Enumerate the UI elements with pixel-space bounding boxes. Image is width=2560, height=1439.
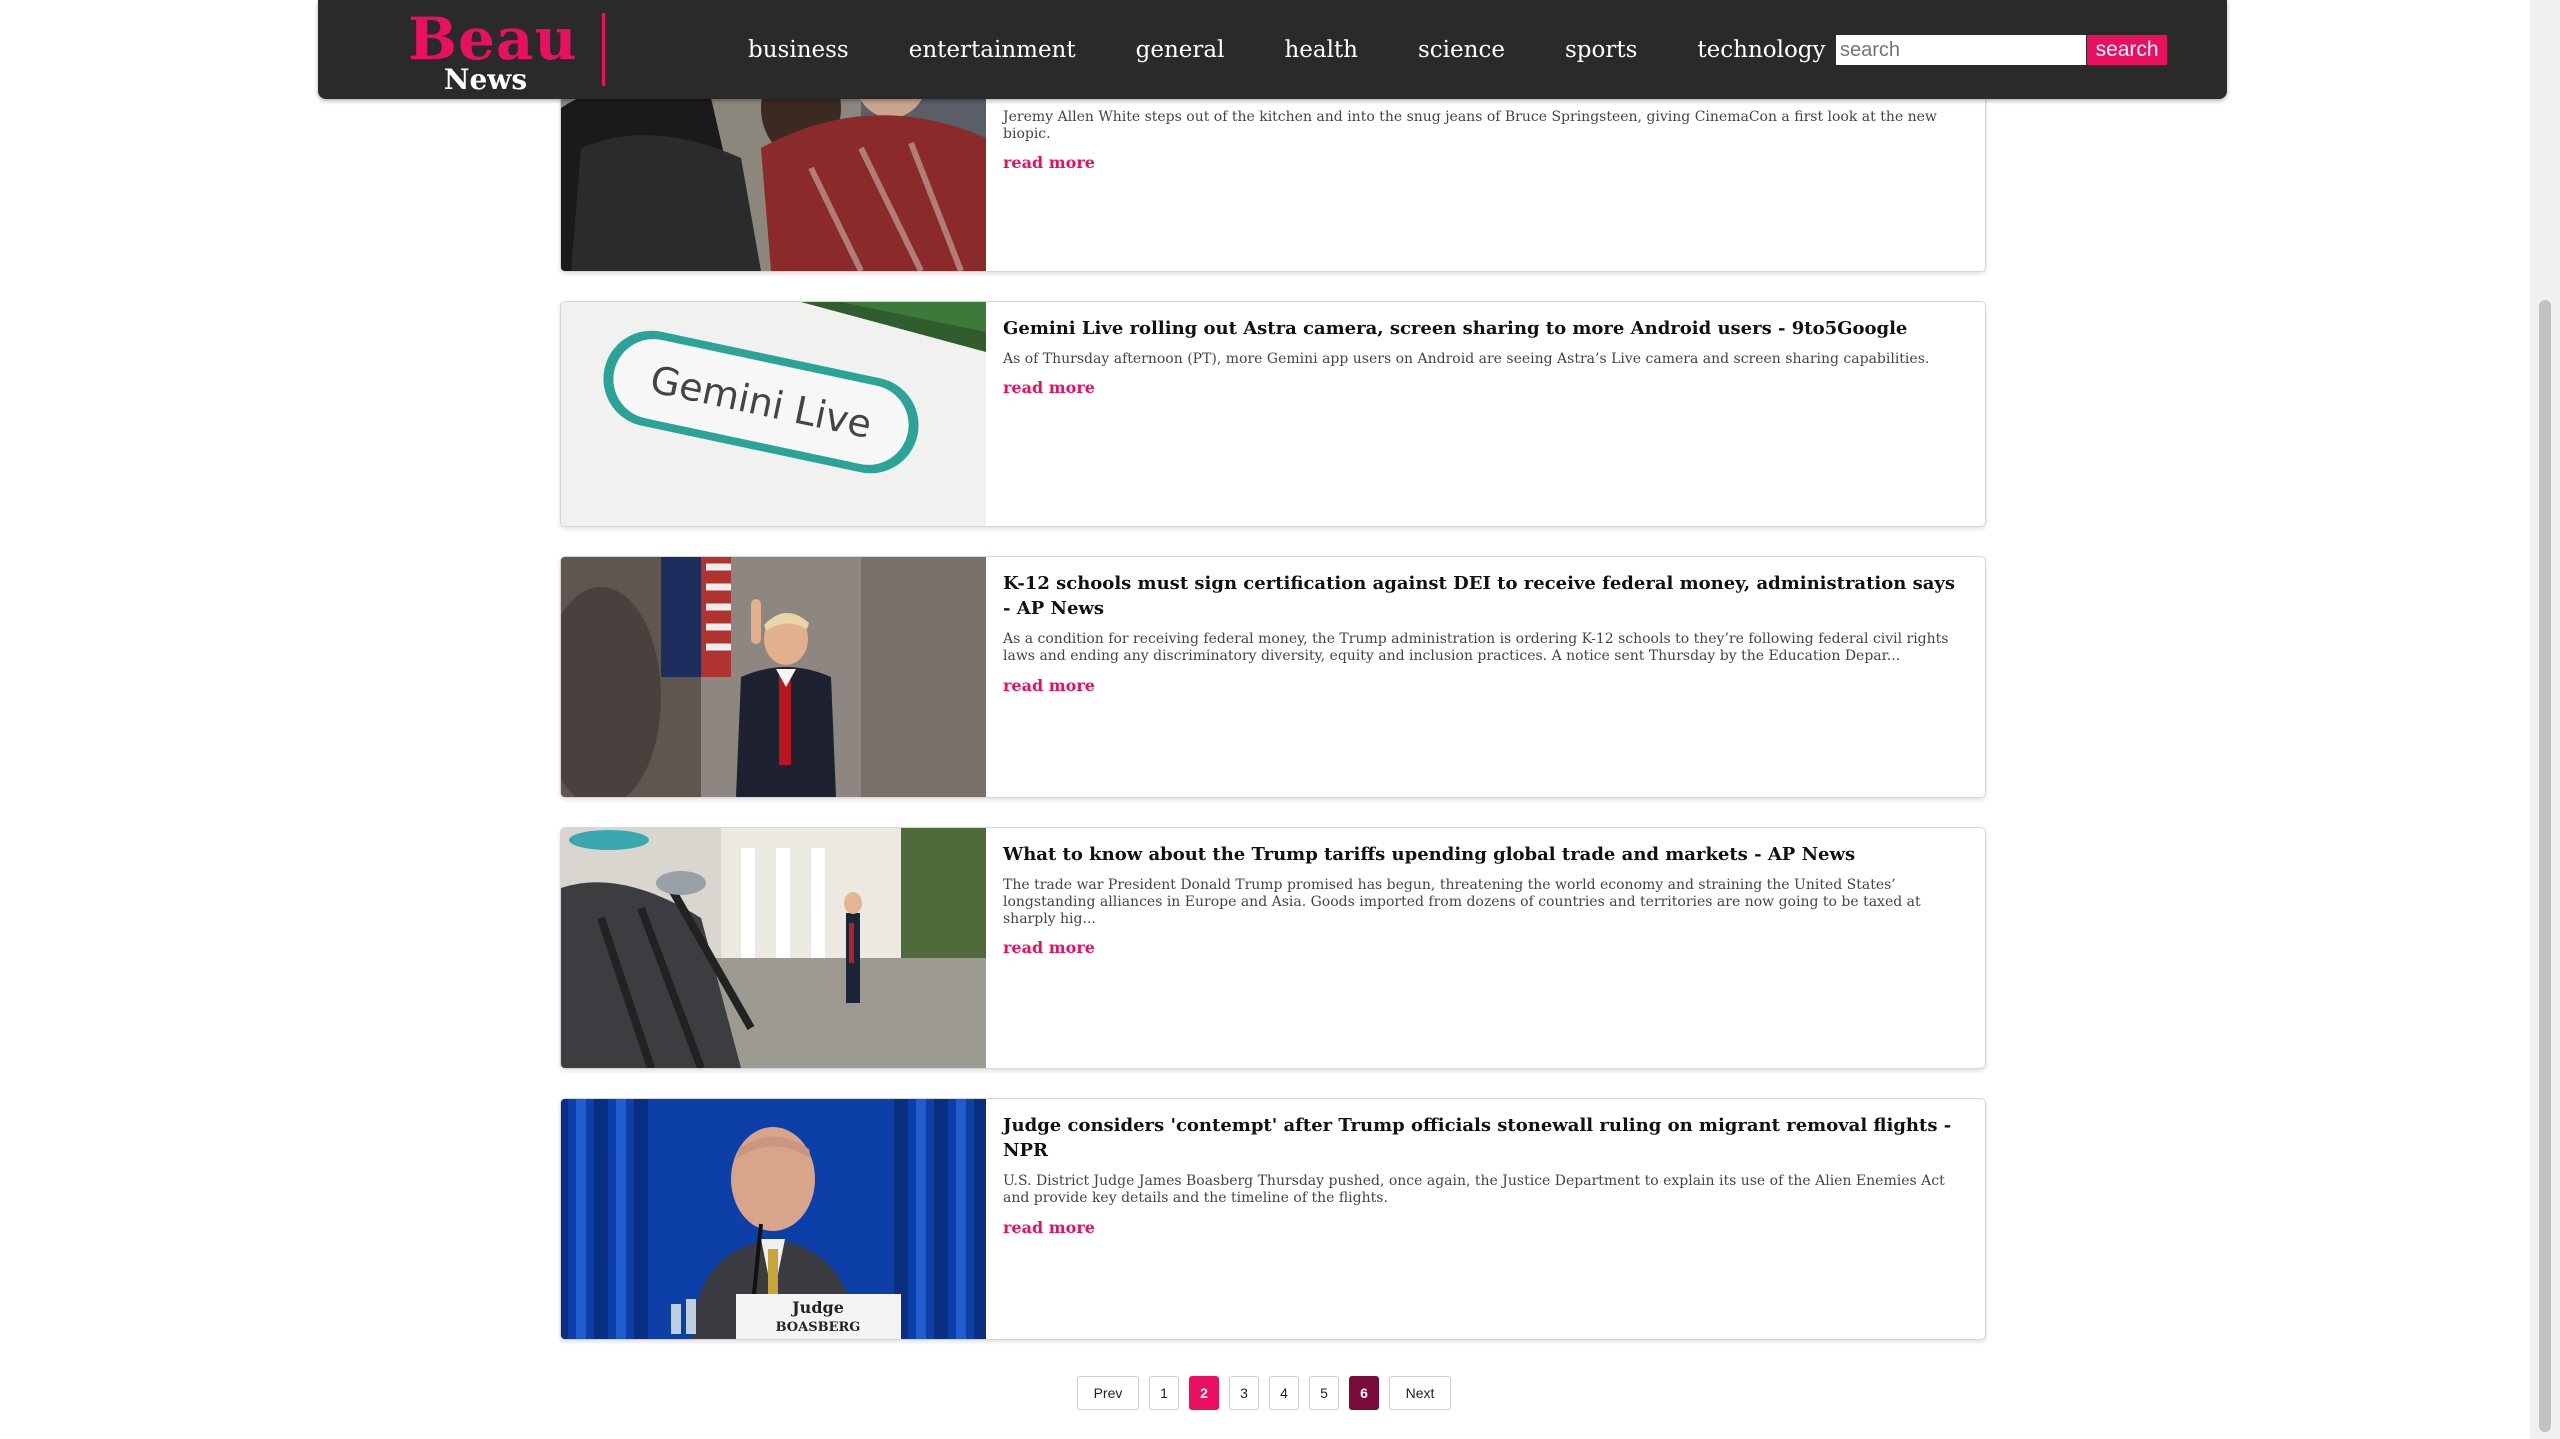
prev-page-button[interactable]: Prev xyxy=(1077,1376,1139,1410)
logo-divider xyxy=(602,13,605,86)
nav-health[interactable]: health xyxy=(1284,37,1358,63)
top-navbar: Beau News business entertainment general… xyxy=(318,0,2227,99)
article-image xyxy=(561,557,986,797)
article-description: U.S. District Judge James Boasberg Thurs… xyxy=(1003,1173,1945,1207)
category-nav: business entertainment general health sc… xyxy=(748,0,1886,99)
read-more-link[interactable]: read more xyxy=(1003,1218,1095,1237)
site-logo[interactable]: Beau News xyxy=(408,5,578,94)
nav-sports[interactable]: sports xyxy=(1565,37,1637,63)
page-button-6[interactable]: 6 xyxy=(1349,1376,1379,1410)
page-button-2-current[interactable]: 2 xyxy=(1189,1376,1219,1410)
article-title[interactable]: Gemini Live rolling out Astra camera, sc… xyxy=(1003,316,1965,341)
logo-text-beau: Beau xyxy=(408,5,578,73)
article-card: Judge BOASBERG Judge considers 'contempt… xyxy=(560,1098,1986,1340)
article-body: Gemini Live rolling out Astra camera, sc… xyxy=(1003,316,1965,397)
article-body: What to know about the Trump tariffs upe… xyxy=(1003,842,1965,957)
read-more-link[interactable]: read more xyxy=(1003,938,1095,957)
nav-science[interactable]: science xyxy=(1418,37,1505,63)
article-description: As a condition for receiving federal mon… xyxy=(1003,631,1949,665)
article-description: The trade war President Donald Trump pro… xyxy=(1003,877,1921,928)
article-image xyxy=(561,828,986,1068)
nav-business[interactable]: business xyxy=(748,37,849,63)
article-title[interactable]: Judge considers 'contempt' after Trump o… xyxy=(1003,1113,1965,1163)
article-thumbnail-gemini[interactable]: Gemini Live xyxy=(561,302,986,526)
article-thumbnail-boasberg[interactable]: Judge BOASBERG xyxy=(561,1099,986,1339)
article-body: K-12 schools must sign certification aga… xyxy=(1003,571,1965,695)
search-button[interactable]: search xyxy=(2087,35,2168,65)
nav-entertainment[interactable]: entertainment xyxy=(909,37,1076,63)
article-title[interactable]: What to know about the Trump tariffs upe… xyxy=(1003,842,1965,867)
article-title[interactable]: K-12 schools must sign certification aga… xyxy=(1003,571,1965,621)
nav-technology[interactable]: technology xyxy=(1697,37,1825,63)
page-button-4[interactable]: 4 xyxy=(1269,1376,1299,1410)
next-page-button[interactable]: Next xyxy=(1389,1376,1451,1410)
article-card: Gemini Live Gemini Live rolling out Astr… xyxy=(560,301,1986,527)
article-card: K-12 schools must sign certification aga… xyxy=(560,556,1986,798)
nameplate-line1: Judge xyxy=(790,1298,844,1317)
search-form: search xyxy=(1836,35,2168,65)
read-more-link[interactable]: read more xyxy=(1003,676,1095,695)
pagination: Prev 1 2 3 4 5 6 Next xyxy=(1077,1376,1451,1410)
article-body: Judge considers 'contempt' after Trump o… xyxy=(1003,1113,1965,1237)
scrollbar-thumb[interactable] xyxy=(2539,300,2551,1432)
search-input[interactable] xyxy=(1836,35,2086,65)
article-description: As of Thursday afternoon (PT), more Gemi… xyxy=(1003,351,1930,368)
page-button-3[interactable]: 3 xyxy=(1229,1376,1259,1410)
article-image: Judge BOASBERG xyxy=(561,1099,986,1339)
page-scrollbar[interactable] xyxy=(2530,0,2560,1439)
read-more-link[interactable]: read more xyxy=(1003,378,1095,397)
nav-general[interactable]: general xyxy=(1136,37,1225,63)
article-description: Jeremy Allen White steps out of the kitc… xyxy=(1003,109,1937,143)
article-card: What to know about the Trump tariffs upe… xyxy=(560,827,1986,1069)
page-button-1[interactable]: 1 xyxy=(1149,1376,1179,1410)
read-more-link[interactable]: read more xyxy=(1003,153,1095,172)
article-thumbnail-k12[interactable] xyxy=(561,557,986,797)
article-thumbnail-tariffs[interactable] xyxy=(561,828,986,1068)
page-button-5[interactable]: 5 xyxy=(1309,1376,1339,1410)
nameplate-line2: BOASBERG xyxy=(776,1320,861,1335)
article-body: Jeremy Allen White steps out of the kitc… xyxy=(1003,109,1965,172)
article-image: Gemini Live xyxy=(561,302,986,526)
